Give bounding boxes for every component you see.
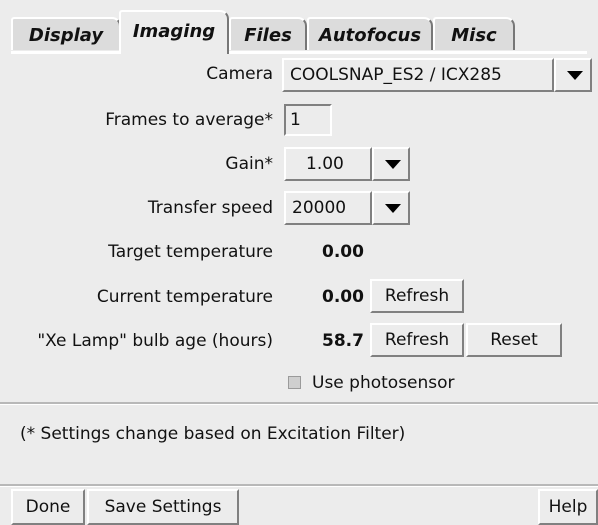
chevron-down-icon bbox=[385, 160, 401, 169]
current-temp-value: 0.00 bbox=[322, 287, 364, 307]
camera-label: Camera bbox=[206, 64, 273, 84]
tab-display[interactable]: Display bbox=[11, 17, 121, 50]
tab-imaging[interactable]: Imaging bbox=[119, 10, 229, 54]
transfer-select[interactable]: 20000 bbox=[284, 191, 372, 225]
divider bbox=[0, 402, 598, 405]
tab-misc[interactable]: Misc bbox=[433, 17, 515, 50]
photosensor-label: Use photosensor bbox=[312, 373, 455, 393]
chevron-down-icon bbox=[567, 71, 583, 80]
frames-label: Frames to average* bbox=[105, 110, 273, 130]
camera-dropdown-button[interactable] bbox=[554, 58, 592, 92]
help-button[interactable]: Help bbox=[538, 489, 598, 525]
bulb-reset-button[interactable]: Reset bbox=[466, 323, 562, 357]
camera-select[interactable]: COOLSNAP_ES2 / ICX285 bbox=[282, 58, 554, 92]
tab-files[interactable]: Files bbox=[229, 17, 307, 50]
divider bbox=[0, 484, 598, 487]
target-temp-label: Target temperature bbox=[108, 242, 273, 262]
gain-dropdown-button[interactable] bbox=[372, 147, 410, 181]
current-temp-label: Current temperature bbox=[96, 287, 273, 307]
tab-bar: Display Imaging Files Autofocus Misc bbox=[11, 10, 521, 54]
target-temp-value: 0.00 bbox=[322, 242, 364, 262]
save-settings-button[interactable]: Save Settings bbox=[87, 489, 239, 525]
transfer-dropdown-button[interactable] bbox=[372, 191, 410, 225]
photosensor-checkbox[interactable] bbox=[288, 376, 301, 389]
tab-autofocus[interactable]: Autofocus bbox=[307, 17, 433, 50]
gain-label: Gain* bbox=[225, 154, 273, 174]
bulb-refresh-button[interactable]: Refresh bbox=[370, 323, 464, 357]
frames-input[interactable]: 1 bbox=[284, 104, 332, 136]
transfer-label: Transfer speed bbox=[147, 198, 273, 218]
done-button[interactable]: Done bbox=[11, 489, 85, 525]
settings-note: (* Settings change based on Excitation F… bbox=[20, 424, 406, 444]
bulb-age-value: 58.7 bbox=[322, 331, 364, 351]
gain-select[interactable]: 1.00 bbox=[284, 147, 372, 181]
chevron-down-icon bbox=[385, 204, 401, 213]
current-temp-refresh-button[interactable]: Refresh bbox=[370, 279, 464, 313]
tab-panel-border bbox=[11, 51, 587, 54]
bulb-age-label: "Xe Lamp" bulb age (hours) bbox=[37, 331, 273, 351]
